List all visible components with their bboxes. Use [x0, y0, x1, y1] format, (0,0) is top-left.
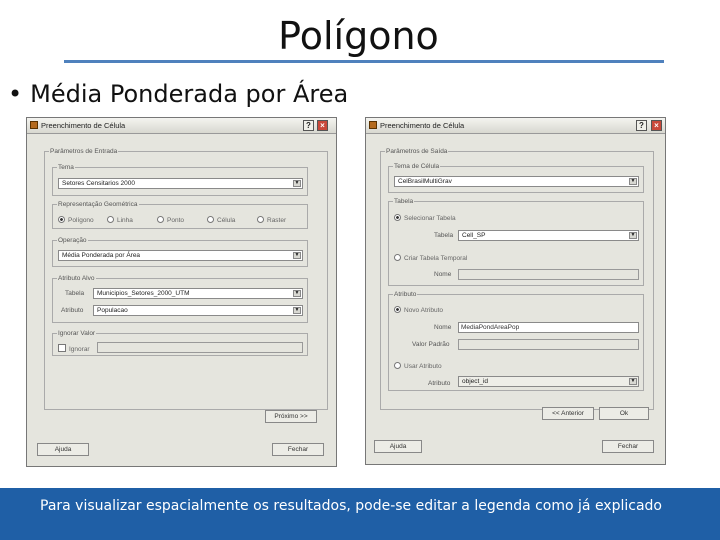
caption-bar: Para visualizar espacialmente os resulta… — [0, 488, 720, 540]
use-attribute-value: object_id — [462, 378, 489, 385]
caption-text: Para visualizar espacialmente os resulta… — [40, 498, 662, 514]
chevron-down-icon: ▼ — [293, 307, 301, 314]
group-label: Operação — [58, 237, 87, 244]
cell-theme-value: CelBrasilMultiGrav — [398, 178, 452, 185]
checkbox-label: Ignorar — [69, 346, 90, 353]
radio-dot — [394, 254, 401, 261]
group-label: Atributo — [394, 291, 417, 298]
radio-dot — [257, 216, 264, 223]
chevron-down-icon: ▼ — [293, 252, 301, 259]
window-titlebar[interactable]: Preenchimento de Célula ? × — [366, 118, 665, 134]
window-title: Preenchimento de Célula — [380, 121, 465, 130]
radio-create-table[interactable]: Criar Tabela Temporal — [394, 254, 467, 262]
table-name-input[interactable] — [458, 269, 639, 280]
radio-select-table[interactable]: Selecionar Tabela — [394, 214, 456, 222]
next-button[interactable]: Próximo >> — [265, 410, 317, 423]
radio-label: Polígono — [68, 217, 94, 224]
table-label: Tabela — [434, 232, 454, 239]
radio-label: Usar Atributo — [404, 363, 442, 370]
help-icon[interactable]: ? — [303, 120, 314, 131]
help-button[interactable]: Ajuda — [37, 443, 89, 456]
table-value: Municipios_Setores_2000_UTM — [97, 290, 190, 297]
ignore-value-input[interactable] — [97, 342, 303, 353]
radio-dot — [157, 216, 164, 223]
radio-dot — [394, 362, 401, 369]
slide-title: Polígono — [278, 14, 439, 58]
close-button[interactable]: Fechar — [272, 443, 324, 456]
checkbox-box — [58, 344, 66, 352]
radio-dot — [394, 306, 401, 313]
window-titlebar[interactable]: Preenchimento de Célula ? × — [27, 118, 336, 134]
help-icon[interactable]: ? — [636, 120, 647, 131]
group-label: Ignorar Valor — [58, 330, 96, 337]
group-label: Tema de Célula — [394, 163, 440, 170]
name-label: Nome — [434, 271, 452, 278]
geometry-group: Representação Geométrica — [52, 201, 308, 229]
close-icon[interactable]: × — [651, 120, 662, 131]
ignore-checkbox[interactable]: Ignorar — [58, 344, 90, 353]
theme-select[interactable]: Setores Censitarios 2000 ▼ — [58, 178, 303, 189]
use-attribute-select[interactable]: object_id ▼ — [458, 376, 639, 387]
operation-select[interactable]: Média Ponderada por Área ▼ — [58, 250, 303, 261]
chevron-down-icon: ▼ — [629, 378, 637, 385]
chevron-down-icon: ▼ — [293, 290, 301, 297]
cell-theme-select[interactable]: CelBrasilMultiGrav ▼ — [394, 176, 639, 187]
bullet-text: Média Ponderada por Área — [30, 80, 349, 108]
radio-raster[interactable]: Raster — [257, 216, 286, 224]
table-select[interactable]: Municipios_Setores_2000_UTM ▼ — [93, 288, 303, 299]
previous-button[interactable]: << Anterior — [542, 407, 594, 420]
chevron-down-icon: ▼ — [629, 178, 637, 185]
table-select[interactable]: Cell_SP ▼ — [458, 230, 639, 241]
radio-label: Novo Atributo — [404, 307, 444, 314]
radio-use-attribute[interactable]: Usar Atributo — [394, 362, 442, 370]
radio-label: Ponto — [167, 217, 184, 224]
attribute-select[interactable]: Populacao ▼ — [93, 305, 303, 316]
radio-label: Criar Tabela Temporal — [404, 255, 468, 262]
theme-value: Setores Censitarios 2000 — [62, 180, 135, 187]
radio-cell[interactable]: Célula — [207, 216, 235, 224]
table-value: Cell_SP — [462, 232, 486, 239]
attribute-name-input[interactable]: MediaPondAreaPop — [458, 322, 639, 333]
radio-label: Raster — [267, 217, 287, 224]
radio-label: Selecionar Tabela — [404, 215, 456, 222]
group-label: Tabela — [394, 198, 414, 205]
default-value-label: Valor Padrão — [412, 341, 450, 348]
radio-new-attribute[interactable]: Novo Atributo — [394, 306, 443, 314]
title-underline — [64, 60, 664, 63]
radio-dot — [58, 216, 65, 223]
window-title: Preenchimento de Célula — [41, 121, 126, 130]
fill-cell-dialog-output: Preenchimento de Célula ? × Parâmetros d… — [365, 117, 666, 465]
group-label: Representação Geométrica — [58, 201, 138, 208]
app-icon — [30, 121, 38, 129]
chevron-down-icon: ▼ — [629, 232, 637, 239]
bullet-item: • Média Ponderada por Área — [8, 80, 348, 108]
radio-label: Célula — [217, 217, 236, 224]
default-value-input[interactable] — [458, 339, 639, 350]
radio-point[interactable]: Ponto — [157, 216, 184, 224]
group-label: Atributo Alvo — [58, 275, 95, 282]
chevron-down-icon: ▼ — [293, 180, 301, 187]
ok-button[interactable]: Ok — [599, 407, 649, 420]
radio-polygon[interactable]: Polígono — [58, 216, 94, 224]
radio-label: Linha — [117, 217, 133, 224]
group-label: Tema — [58, 164, 74, 171]
bullet-dot: • — [8, 80, 23, 108]
close-button[interactable]: Fechar — [602, 440, 654, 453]
close-icon[interactable]: × — [317, 120, 328, 131]
app-icon — [369, 121, 377, 129]
operation-value: Média Ponderada por Área — [62, 252, 141, 259]
radio-line[interactable]: Linha — [107, 216, 133, 224]
help-button[interactable]: Ajuda — [374, 440, 422, 453]
radio-dot — [394, 214, 401, 221]
attribute-label: Atributo — [61, 307, 84, 314]
radio-dot — [107, 216, 114, 223]
use-attribute-label: Atributo — [428, 380, 451, 387]
group-label: Parâmetros de Saída — [386, 148, 448, 155]
group-label: Parâmetros de Entrada — [50, 148, 118, 155]
table-label: Tabela — [65, 290, 85, 297]
attribute-name-label: Nome — [434, 324, 452, 331]
fill-cell-dialog-input: Preenchimento de Célula ? × Parâmetros d… — [26, 117, 337, 467]
attribute-value: Populacao — [97, 307, 128, 314]
radio-dot — [207, 216, 214, 223]
